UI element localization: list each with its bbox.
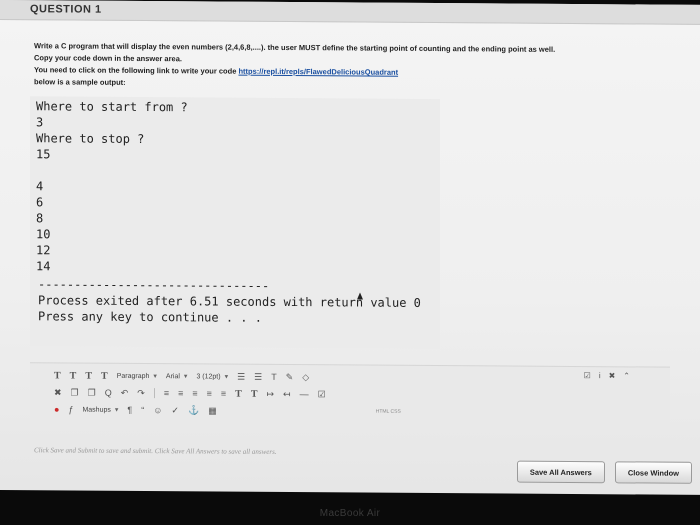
terminal-line: Where to stop ?	[36, 131, 145, 147]
terminal-footer: -------------------------------- Process…	[38, 276, 421, 327]
terminal-line: 10	[36, 227, 51, 242]
align-center-icon[interactable]: ≡	[178, 388, 183, 398]
font-select[interactable]: Arial ▾	[165, 372, 188, 381]
strikethrough-button[interactable]: T	[101, 370, 108, 381]
emoji-icon[interactable]: ☺	[153, 405, 162, 415]
toolbar-divider	[153, 388, 155, 399]
save-all-answers-button[interactable]: Save All Answers	[516, 460, 605, 484]
chevron-down-icon: ▾	[224, 373, 229, 381]
toolbar-row-1: T T T T Paragraph ▾ Arial ▾ 3 (12pt) ▾ ☰…	[54, 367, 309, 385]
question-header: QUESTION 1	[0, 0, 700, 25]
paste-icon[interactable]: ❐	[88, 387, 96, 398]
highlight-icon[interactable]: ✎	[286, 371, 294, 382]
font-size-label: 3 (12pt)	[196, 372, 221, 381]
chevron-down-icon: ▾	[183, 373, 188, 381]
subscript-button[interactable]: T	[251, 388, 258, 399]
record-icon[interactable]: ●	[54, 404, 59, 414]
underline-button[interactable]: T	[85, 370, 92, 381]
html-css-label[interactable]: HTML CSS	[376, 409, 401, 415]
font-size-select[interactable]: 3 (12pt) ▾	[196, 372, 229, 381]
toolbar-right-icons: ☑ i ✖ ⌃	[584, 371, 630, 380]
terminal-line: 3	[36, 115, 44, 130]
cut-icon[interactable]: ✖	[54, 387, 62, 398]
table-icon[interactable]: ▦	[208, 405, 217, 416]
find-icon[interactable]: Q	[105, 388, 112, 398]
font-select-label: Arial	[165, 372, 180, 380]
terminal-line: 6	[36, 195, 44, 210]
indent-icon[interactable]: ≡	[221, 389, 226, 399]
footer-actions: Save All Answers Close Window	[516, 460, 692, 484]
terminal-line: 8	[36, 211, 44, 226]
paragraph-mark-icon[interactable]: ¶	[127, 405, 132, 415]
question-instructions: Write a C program that will display the …	[34, 40, 674, 92]
toolbar-row-3: ● ƒ Mashups ▾ ¶ “ ☺ ✓ ⚓ ▦ HTML CSS	[54, 401, 401, 419]
copy-icon[interactable]: ❐	[71, 387, 79, 398]
editor-toolbar: T T T T Paragraph ▾ Arial ▾ 3 (12pt) ▾ ☰…	[30, 362, 670, 427]
terminal-line: 4	[36, 179, 44, 194]
italic-button[interactable]: T	[70, 370, 77, 381]
close-window-button[interactable]: Close Window	[614, 461, 692, 484]
terminal-line: 15	[36, 147, 51, 162]
info-icon[interactable]: i	[599, 371, 601, 380]
fullscreen-icon[interactable]: ✖	[609, 371, 616, 380]
mashups-label: Mashups	[82, 406, 111, 414]
device-label: MacBook Air	[319, 508, 381, 519]
question-title: QUESTION 1	[30, 3, 102, 16]
terminal-line: 12	[36, 243, 51, 258]
toolbar-row-2: ✖ ❐ ❐ Q ↶ ↷ ≡ ≡ ≡ ≡ ≡ T T ↦ ↤ — ☑	[54, 384, 326, 402]
formula-icon[interactable]: ƒ	[68, 404, 73, 414]
anchor-icon[interactable]: ⚓	[188, 405, 199, 416]
terminal-output: Where to start from ? 3 Where to stop ? …	[36, 98, 188, 275]
text-color-icon[interactable]: T	[271, 372, 277, 382]
clear-format-icon[interactable]: ◇	[302, 372, 309, 383]
align-justify-icon[interactable]: ≡	[207, 388, 212, 398]
terminal-continue-line: Press any key to continue . . .	[38, 309, 262, 325]
bold-button[interactable]: T	[54, 370, 61, 381]
paragraph-select[interactable]: Paragraph ▾	[117, 372, 157, 380]
chevron-down-icon: ▾	[153, 373, 157, 381]
paragraph-select-label: Paragraph	[116, 372, 150, 380]
browser-screen: QUESTION 1 Write a C program that will d…	[0, 0, 700, 495]
bullet-list-icon[interactable]: ☰	[237, 371, 245, 382]
mouse-cursor-icon	[357, 292, 363, 300]
save-hint: Click Save and Submit to save and submit…	[34, 446, 277, 456]
horizontal-rule-icon[interactable]: —	[300, 389, 309, 399]
superscript-button[interactable]: T	[235, 388, 242, 399]
align-right-icon[interactable]: ≡	[192, 388, 197, 398]
terminal-line: Where to start from ?	[36, 99, 188, 115]
rtl-icon[interactable]: ↤	[283, 388, 291, 399]
instruction-link-prefix: You need to click on the following link …	[34, 65, 239, 76]
sample-output-area[interactable]: Where to start from ? 3 Where to stop ? …	[30, 96, 440, 350]
redo-icon[interactable]: ↷	[137, 387, 145, 398]
check-icon[interactable]: ✓	[171, 405, 179, 416]
checkbox-icon[interactable]: ☑	[318, 389, 326, 400]
align-left-icon[interactable]: ≡	[164, 388, 169, 398]
terminal-line: 14	[36, 259, 51, 274]
repl-link[interactable]: https://repl.it/repls/FlawedDeliciousQua…	[238, 67, 398, 77]
collapse-icon[interactable]: ⌃	[623, 371, 630, 380]
quote-icon[interactable]: “	[141, 405, 144, 415]
spellcheck-icon[interactable]: ☑	[584, 371, 591, 380]
numbered-list-icon[interactable]: ☰	[254, 371, 262, 382]
chevron-down-icon: ▾	[114, 406, 119, 414]
mashups-select[interactable]: Mashups ▾	[82, 406, 118, 414]
undo-icon[interactable]: ↶	[121, 387, 129, 398]
ltr-icon[interactable]: ↦	[266, 388, 274, 399]
